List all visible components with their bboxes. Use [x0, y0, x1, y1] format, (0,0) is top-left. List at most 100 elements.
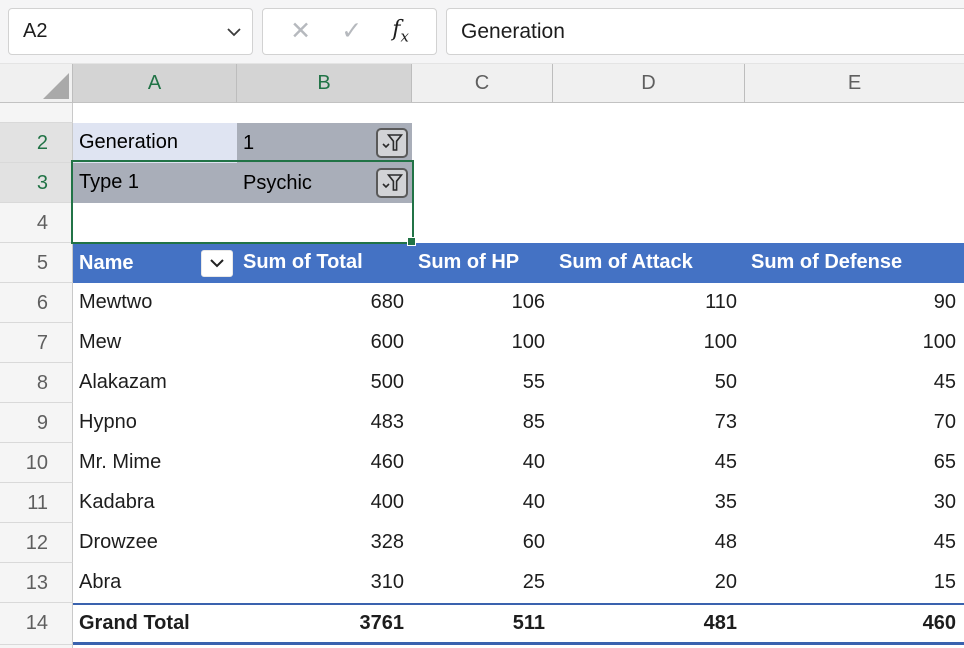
cell-attack[interactable]: 100: [553, 323, 745, 363]
cell-E1[interactable]: [745, 103, 964, 123]
cell-defense[interactable]: 45: [745, 523, 964, 563]
cell-name[interactable]: Mr. Mime: [73, 443, 237, 483]
cell-name[interactable]: Alakazam: [73, 363, 237, 403]
cell-attack[interactable]: 73: [553, 403, 745, 443]
chevron-down-icon[interactable]: [226, 27, 242, 37]
cell-attack[interactable]: 48: [553, 523, 745, 563]
row-header-2[interactable]: 2: [0, 123, 73, 163]
cell-defense[interactable]: 70: [745, 403, 964, 443]
cell-A2-active[interactable]: Generation: [73, 123, 237, 163]
row-header-4[interactable]: 4: [0, 203, 73, 243]
fill-handle[interactable]: [407, 237, 416, 246]
cell-defense[interactable]: 65: [745, 443, 964, 483]
row-header-8[interactable]: 8: [0, 363, 73, 403]
cell-total[interactable]: 500: [237, 363, 412, 403]
row-header-12[interactable]: 12: [0, 523, 73, 563]
cell-B4[interactable]: [237, 203, 412, 243]
cell-C3[interactable]: [412, 163, 553, 203]
cell-attack[interactable]: 20: [553, 563, 745, 603]
pivot-header-defense[interactable]: Sum of Defense: [745, 243, 964, 283]
cell-E4[interactable]: [745, 203, 964, 243]
cell-hp[interactable]: 85: [412, 403, 553, 443]
cell-hp[interactable]: 40: [412, 483, 553, 523]
cell-name[interactable]: Abra: [73, 563, 237, 603]
cell-name[interactable]: Kadabra: [73, 483, 237, 523]
cell-C2[interactable]: [412, 123, 553, 163]
cell-E2[interactable]: [745, 123, 964, 163]
column-header-B[interactable]: B: [237, 64, 412, 103]
cell-attack[interactable]: 35: [553, 483, 745, 523]
cell-hp[interactable]: 100: [412, 323, 553, 363]
row-header-1[interactable]: 1: [0, 103, 73, 123]
cell-A3[interactable]: Type 1: [73, 163, 237, 203]
cell-total[interactable]: 460: [237, 443, 412, 483]
column-header-C[interactable]: C: [412, 64, 553, 103]
row-header-13[interactable]: 13: [0, 563, 73, 603]
cell-attack[interactable]: 110: [553, 283, 745, 323]
confirm-icon[interactable]: ✓: [341, 19, 362, 44]
insert-function-icon[interactable]: fx: [392, 17, 409, 45]
cell-total[interactable]: 600: [237, 323, 412, 363]
cell-hp[interactable]: 40: [412, 443, 553, 483]
cell-total[interactable]: 400: [237, 483, 412, 523]
grand-total-attack[interactable]: 481: [553, 603, 745, 645]
cell-name[interactable]: Drowzee: [73, 523, 237, 563]
row-header-10[interactable]: 10: [0, 443, 73, 483]
grand-total-label[interactable]: Grand Total: [73, 603, 237, 645]
column-header-E[interactable]: E: [745, 64, 964, 103]
cell-D3[interactable]: [553, 163, 745, 203]
cell-hp[interactable]: 55: [412, 363, 553, 403]
cell-total[interactable]: 310: [237, 563, 412, 603]
cell-defense[interactable]: 30: [745, 483, 964, 523]
cell-hp[interactable]: 106: [412, 283, 553, 323]
pivot-header-attack[interactable]: Sum of Attack: [553, 243, 745, 283]
cell-total[interactable]: 328: [237, 523, 412, 563]
grand-total-total[interactable]: 3761: [237, 603, 412, 645]
cell-defense[interactable]: 15: [745, 563, 964, 603]
grand-total-hp[interactable]: 511: [412, 603, 553, 645]
cancel-icon[interactable]: ✕: [290, 19, 311, 44]
name-box[interactable]: A2: [8, 8, 253, 55]
cell-hp[interactable]: 25: [412, 563, 553, 603]
filter-dropdown-button[interactable]: [376, 168, 408, 198]
cell-B3[interactable]: Psychic: [237, 163, 412, 203]
cell-name[interactable]: Mewtwo: [73, 283, 237, 323]
select-all-button[interactable]: [0, 64, 73, 103]
cell-defense[interactable]: 100: [745, 323, 964, 363]
cell-C4[interactable]: [412, 203, 553, 243]
cell-defense[interactable]: 45: [745, 363, 964, 403]
pivot-header-total[interactable]: Sum of Total: [237, 243, 412, 283]
grand-total-defense[interactable]: 460: [745, 603, 964, 645]
cell-total[interactable]: 680: [237, 283, 412, 323]
cell-D4[interactable]: [553, 203, 745, 243]
cell-attack[interactable]: 45: [553, 443, 745, 483]
cell-E3[interactable]: [745, 163, 964, 203]
row-header-6[interactable]: 6: [0, 283, 73, 323]
pivot-header-hp[interactable]: Sum of HP: [412, 243, 553, 283]
cell-name[interactable]: Mew: [73, 323, 237, 363]
formula-bar[interactable]: Generation: [446, 8, 964, 55]
cell-D2[interactable]: [553, 123, 745, 163]
name-filter-dropdown-button[interactable]: [201, 250, 233, 277]
filter-dropdown-button[interactable]: [376, 128, 408, 158]
row-header-11[interactable]: 11: [0, 483, 73, 523]
cell-attack[interactable]: 50: [553, 363, 745, 403]
column-header-D[interactable]: D: [553, 64, 745, 103]
row-header-9[interactable]: 9: [0, 403, 73, 443]
cell-B1[interactable]: [237, 103, 412, 123]
cell-A1[interactable]: [73, 103, 237, 123]
row-header-7[interactable]: 7: [0, 323, 73, 363]
cell-defense[interactable]: 90: [745, 283, 964, 323]
cell-total[interactable]: 483: [237, 403, 412, 443]
row-header-14[interactable]: 14: [0, 603, 73, 645]
cell-name[interactable]: Hypno: [73, 403, 237, 443]
column-header-A[interactable]: A: [73, 64, 237, 103]
row-header-3[interactable]: 3: [0, 163, 73, 203]
cell-D1[interactable]: [553, 103, 745, 123]
row-header-5[interactable]: 5: [0, 243, 73, 283]
cell-A4[interactable]: [73, 203, 237, 243]
cell-hp[interactable]: 60: [412, 523, 553, 563]
cell-C1[interactable]: [412, 103, 553, 123]
cell-B2[interactable]: 1: [237, 123, 412, 163]
pivot-header-name[interactable]: Name: [73, 243, 237, 283]
